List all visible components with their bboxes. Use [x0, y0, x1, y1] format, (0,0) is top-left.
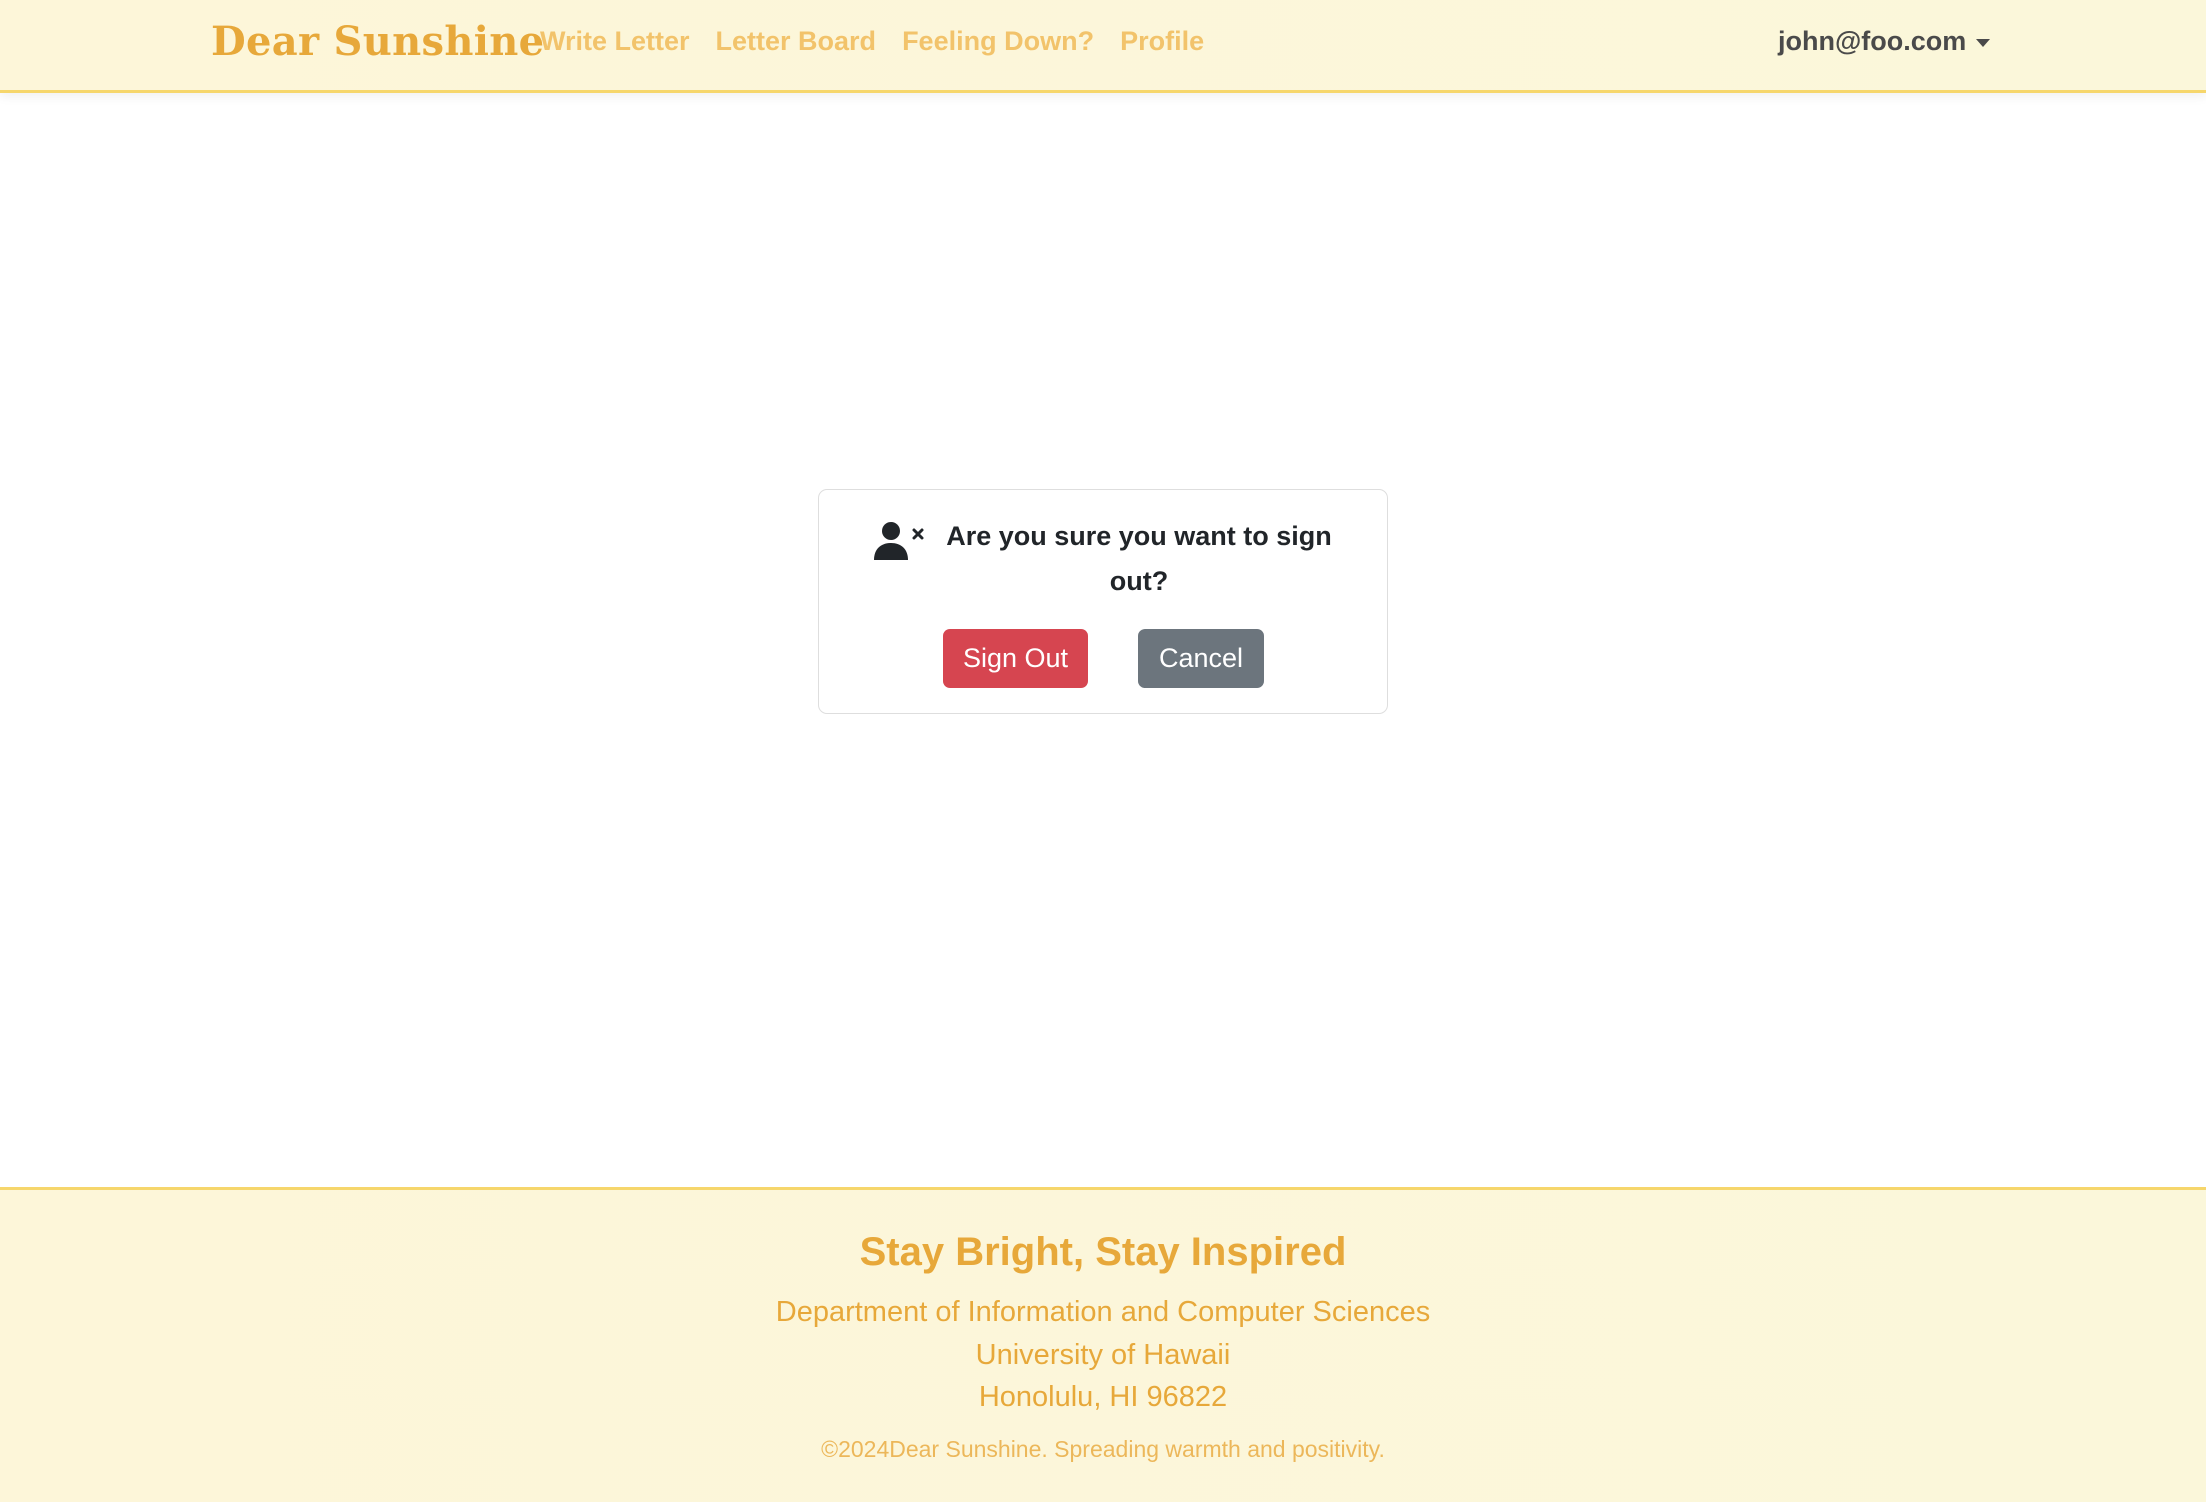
nav-links: Write Letter Letter Board Feeling Down? …: [540, 26, 1204, 57]
signout-card: Are you sure you want to sign out? Sign …: [818, 489, 1388, 714]
top-navbar: Dear Sunshine Write Letter Letter Board …: [0, 0, 2206, 93]
footer: Stay Bright, Stay Inspired Department of…: [0, 1187, 2206, 1502]
nav-letter-board[interactable]: Letter Board: [716, 26, 877, 57]
user-menu-dropdown[interactable]: john@foo.com: [1778, 26, 1991, 57]
footer-address: Honolulu, HI 96822: [978, 1381, 1228, 1413]
nav-write-letter[interactable]: Write Letter: [540, 26, 690, 57]
signout-question: Are you sure you want to sign out?: [946, 521, 1332, 596]
user-email: john@foo.com: [1778, 26, 1967, 56]
footer-title: Stay Bright, Stay Inspired: [859, 1230, 1347, 1274]
footer-department: Department of Information and Computer S…: [775, 1296, 1431, 1328]
caret-down-icon: [1976, 39, 1991, 47]
cancel-button[interactable]: Cancel: [1138, 629, 1264, 688]
user-x-icon: [874, 522, 924, 560]
nav-feeling-down[interactable]: Feeling Down?: [902, 26, 1094, 57]
footer-copyright: ©2024Dear Sunshine. Spreading warmth and…: [821, 1436, 1385, 1462]
brand-logo[interactable]: Dear Sunshine: [211, 18, 544, 65]
sign-out-button[interactable]: Sign Out: [943, 629, 1088, 688]
nav-profile[interactable]: Profile: [1120, 26, 1204, 57]
footer-university: University of Hawaii: [975, 1339, 1231, 1371]
